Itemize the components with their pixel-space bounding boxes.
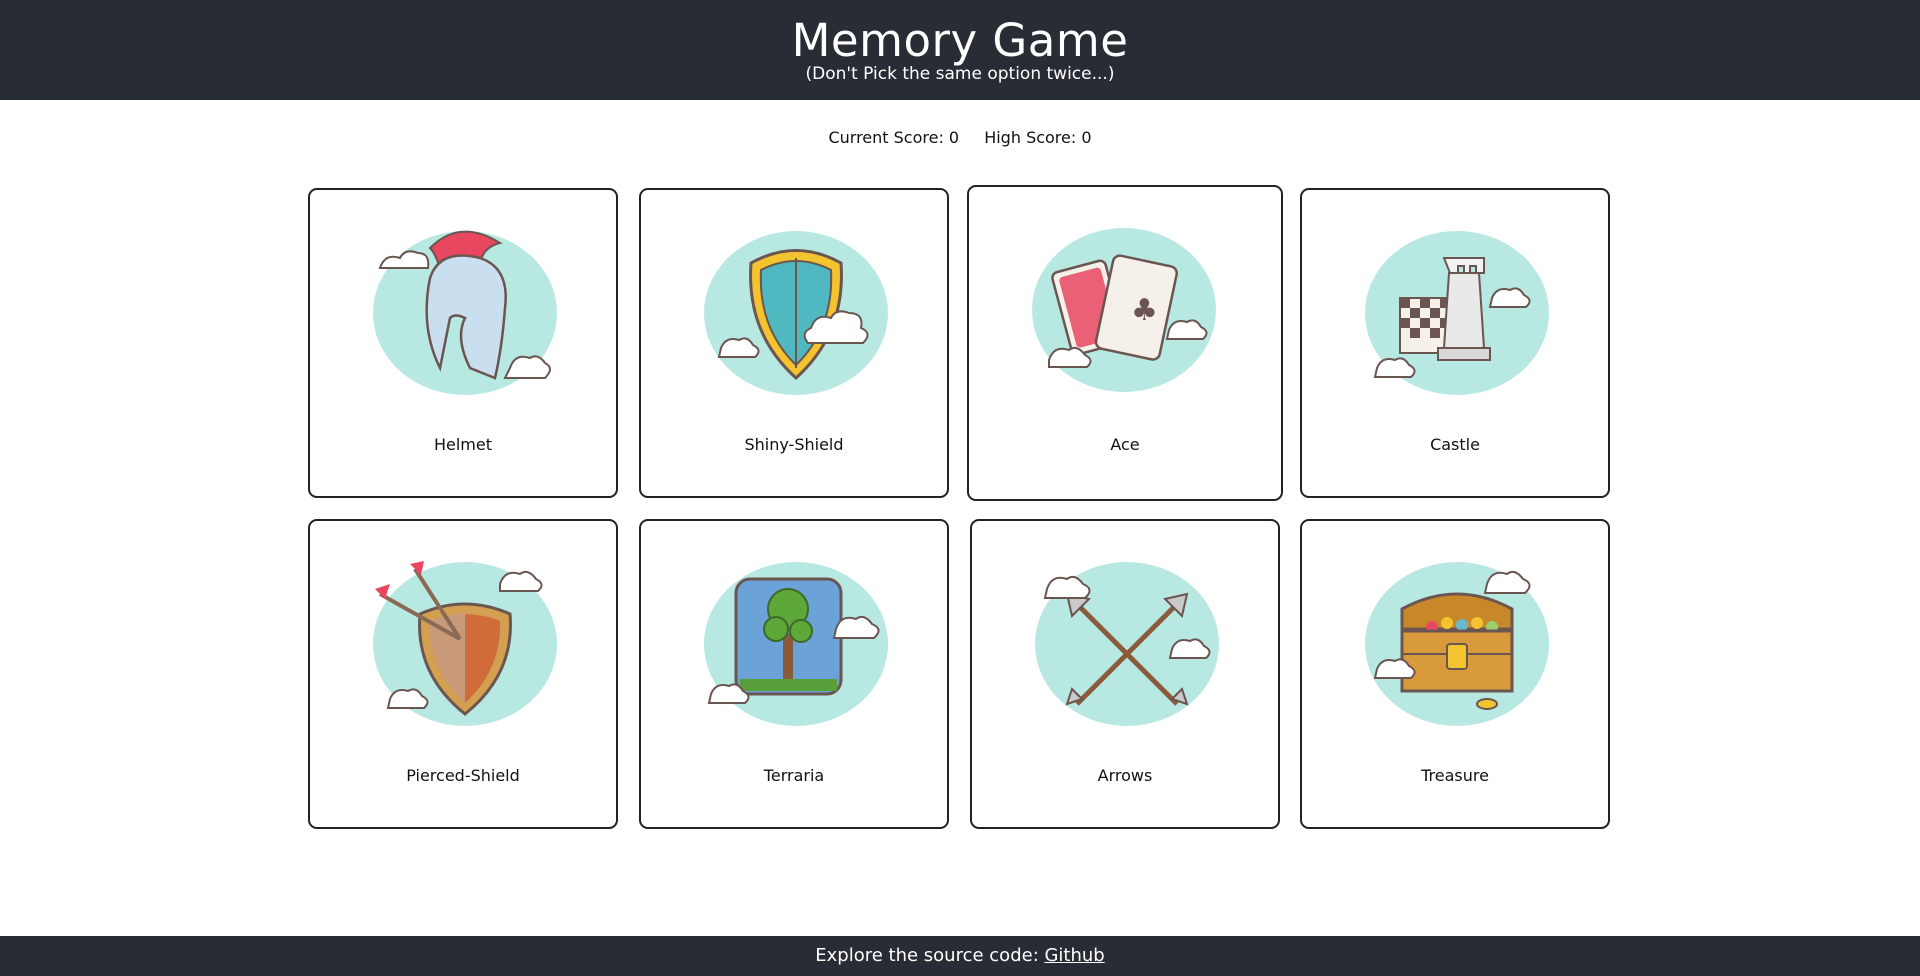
crossed-arrows-icon (1035, 562, 1219, 726)
app-footer: Explore the source code: Github (0, 936, 1920, 976)
card-arrows[interactable]: Arrows (970, 519, 1280, 829)
card-label: Ace (1110, 435, 1140, 454)
treasure-chest-icon (1365, 562, 1549, 726)
card-castle[interactable]: Castle (1300, 188, 1610, 498)
castle-rook-icon (1365, 231, 1549, 395)
github-link[interactable]: Github (1044, 945, 1104, 966)
card-ace[interactable]: ♣ Ace (967, 185, 1283, 501)
card-label: Helmet (433, 435, 493, 454)
shiny-shield-icon (704, 231, 888, 395)
card-label: Pierced-Shield (406, 766, 520, 785)
ace-cards-icon: ♣ (1032, 228, 1216, 392)
app-header: Memory Game (Don't Pick the same option … (0, 0, 1920, 100)
current-score: Current Score: 0 (828, 128, 960, 147)
card-label: Treasure (1421, 766, 1489, 785)
terraria-tree-icon (704, 562, 888, 726)
scoreboard: Current Score: 0 High Score: 0 (0, 128, 1920, 147)
page-subtitle: (Don't Pick the same option twice...) (805, 64, 1115, 84)
helmet-icon (373, 230, 557, 395)
svg-text:♣: ♣ (1131, 293, 1158, 328)
card-label: Arrows (1097, 766, 1153, 785)
card-treasure[interactable]: Treasure (1300, 519, 1610, 829)
card-label: Terraria (763, 766, 825, 785)
page-title: Memory Game (791, 14, 1129, 67)
card-label: Shiny-Shield (744, 435, 844, 454)
card-shiny-shield[interactable]: Shiny-Shield (639, 188, 949, 498)
card-helmet[interactable]: Helmet (308, 188, 618, 498)
card-terraria[interactable]: Terraria (639, 519, 949, 829)
pierced-shield-icon (373, 561, 557, 726)
card-label: Castle (1430, 435, 1480, 454)
card-pierced-shield[interactable]: Pierced-Shield (308, 519, 618, 829)
footer-text: Explore the source code: (815, 945, 1045, 966)
high-score: High Score: 0 (984, 128, 1092, 147)
